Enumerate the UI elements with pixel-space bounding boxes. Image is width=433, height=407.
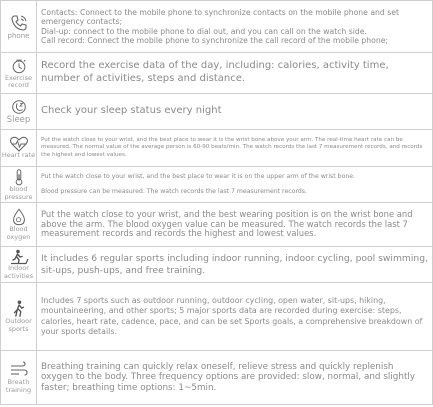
row-label-cell: phone xyxy=(0,0,37,53)
description-line: Blood pressure can be measured. The watc… xyxy=(41,187,307,195)
description-line: Put the watch close to your wrist, and t… xyxy=(41,173,356,181)
description-line: Put the watch close to your wrist, and t… xyxy=(41,208,413,239)
row-description: Put the watch close to your wrist, and t… xyxy=(36,129,433,167)
row-description: Breathing training can quickly relax one… xyxy=(36,350,433,405)
row-label: blood pressure xyxy=(4,185,33,201)
table-row: Sleep Check your sleep status every nigh… xyxy=(0,93,433,130)
row-description: Put the watch close to your wrist, and t… xyxy=(36,166,433,203)
table-row: blood pressure Put the watch close to yo… xyxy=(0,166,433,203)
heart-rate-icon xyxy=(9,137,28,153)
description-line: Includes 7 sports such as outdoor runnin… xyxy=(41,295,423,336)
description-line: Put the watch close to your wrist, and t… xyxy=(41,137,423,158)
outdoor-sports-icon xyxy=(13,300,24,318)
row-label-cell: Sleep xyxy=(0,93,37,130)
row-description: Contacts: Connect to the mobile phone to… xyxy=(36,0,433,53)
description-line: Check your sleep status every night xyxy=(41,105,222,117)
row-label-cell: Heart rate xyxy=(0,129,37,167)
row-description: Check your sleep status every night xyxy=(36,93,433,130)
exercise-record-icon xyxy=(12,59,26,74)
row-label-cell: Outdoor sports xyxy=(0,282,37,351)
table-row: Outdoor sports Includes 7 sports such as… xyxy=(0,282,433,351)
table-row: Indoor activities It includes 6 regular … xyxy=(0,246,433,283)
sleep-icon xyxy=(11,100,26,114)
row-label-cell: Indoor activities xyxy=(0,246,37,283)
table-row: Breath training Breathing training can q… xyxy=(0,350,433,405)
description-line: Contacts: Connect to the mobile phone to… xyxy=(41,8,399,27)
blood-pressure-icon xyxy=(15,169,22,186)
indoor-activities-icon xyxy=(10,250,29,265)
description-line: Breathing training can quickly relax one… xyxy=(41,361,416,393)
row-label: Heart rate xyxy=(1,151,36,160)
row-label: Sleep xyxy=(6,114,31,125)
description-line: Call record: Connect the mobile phone to… xyxy=(41,35,389,45)
row-label-cell: Blood oxygen xyxy=(0,202,37,247)
table-row: Heart rate Put the watch close to your w… xyxy=(0,129,433,167)
row-label-cell: Breath training xyxy=(0,350,37,405)
phone-icon xyxy=(10,15,27,31)
description-line: Dial-up: connect to the mobile phone to … xyxy=(41,26,367,36)
row-label: Outdoor sports xyxy=(5,317,32,333)
breath-training-icon xyxy=(10,361,28,376)
row-label-cell: Exercise record xyxy=(0,52,37,94)
row-label: Indoor activities xyxy=(3,264,34,280)
blood-oxygen-icon xyxy=(12,208,25,226)
row-description: Put the watch close to your wrist, and t… xyxy=(36,202,433,247)
row-label-cell: blood pressure xyxy=(0,166,37,203)
feature-table: phone Contacts: Connect to the mobile ph… xyxy=(0,0,433,405)
row-description: Includes 7 sports such as outdoor runnin… xyxy=(36,282,433,351)
table-row: Blood oxygen Put the watch close to your… xyxy=(0,202,433,247)
table-row: phone Contacts: Connect to the mobile ph… xyxy=(0,0,433,53)
row-label: Breath training xyxy=(5,378,32,394)
row-description: It includes 6 regular sports including i… xyxy=(36,246,433,283)
row-label: Blood oxygen xyxy=(6,225,31,241)
description-line: It includes 6 regular sports including i… xyxy=(41,252,429,276)
row-label: Exercise record xyxy=(4,73,33,89)
table-row: Exercise record Record the exercise data… xyxy=(0,52,433,94)
row-description: Record the exercise data of the day, inc… xyxy=(36,52,433,94)
description-line: Record the exercise data of the day, inc… xyxy=(41,60,389,84)
row-label: phone xyxy=(7,31,30,40)
